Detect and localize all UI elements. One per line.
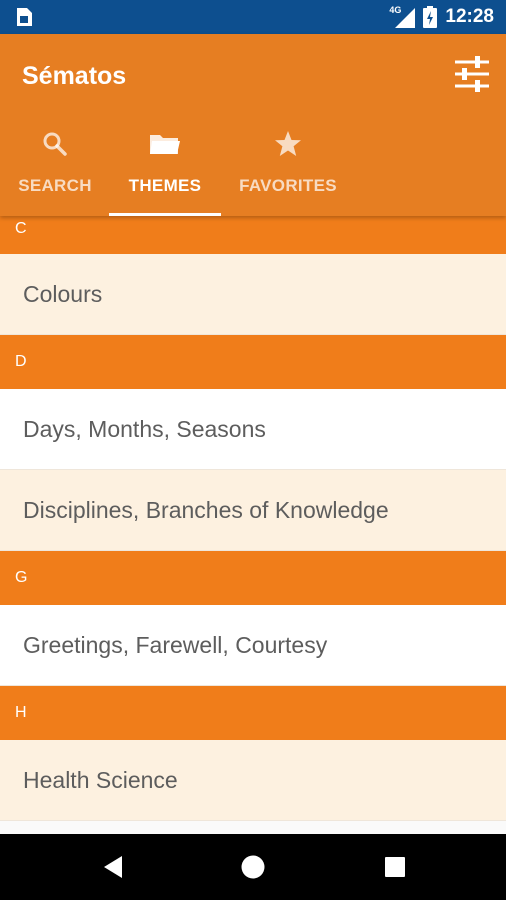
tab-themes-label: THEMES [128, 176, 202, 195]
network-indicator: 4G [389, 5, 416, 28]
filter-sliders-icon[interactable] [452, 54, 492, 94]
sim-card-icon [17, 8, 32, 26]
tab-search[interactable]: SEARCH [5, 124, 105, 216]
search-icon [43, 132, 67, 156]
section-header-d: D [0, 335, 506, 389]
tab-favorites-label: FAVORITES [239, 176, 337, 195]
battery-charging-icon [423, 6, 438, 28]
status-time: 12:28 [445, 6, 494, 27]
recents-icon[interactable] [382, 854, 408, 880]
app-title: Sématos [22, 62, 127, 90]
list-item-health-science[interactable]: Health Science [0, 740, 506, 821]
list-item-disciplines[interactable]: Disciplines, Branches of Knowledge [0, 470, 506, 551]
back-icon[interactable] [100, 854, 126, 880]
section-header-h: H [0, 686, 506, 740]
list-item-colours[interactable]: Colours [0, 254, 506, 335]
home-icon[interactable] [240, 854, 266, 880]
themes-list[interactable]: C Colours D Days, Months, Seasons Discip… [0, 216, 506, 834]
status-icons: 4G 12:28 [389, 0, 494, 34]
section-header-g: G [0, 551, 506, 605]
app-bar: Sématos SEARCH THEMES FAVORITES [0, 34, 506, 216]
status-bar: 4G 12:28 [0, 0, 506, 34]
tab-active-indicator [109, 213, 221, 216]
list-item-greetings[interactable]: Greetings, Farewell, Courtesy [0, 605, 506, 686]
section-header-c: C [0, 216, 506, 254]
list-item-days-months-seasons[interactable]: Days, Months, Seasons [0, 389, 506, 470]
tab-search-label: SEARCH [18, 176, 92, 195]
star-icon [275, 131, 301, 156]
network-type: 4G [389, 5, 402, 15]
folder-icon [150, 135, 180, 154]
tab-themes[interactable]: THEMES [109, 124, 221, 216]
tab-favorites[interactable]: FAVORITES [226, 124, 350, 216]
system-nav-bar [0, 834, 506, 900]
